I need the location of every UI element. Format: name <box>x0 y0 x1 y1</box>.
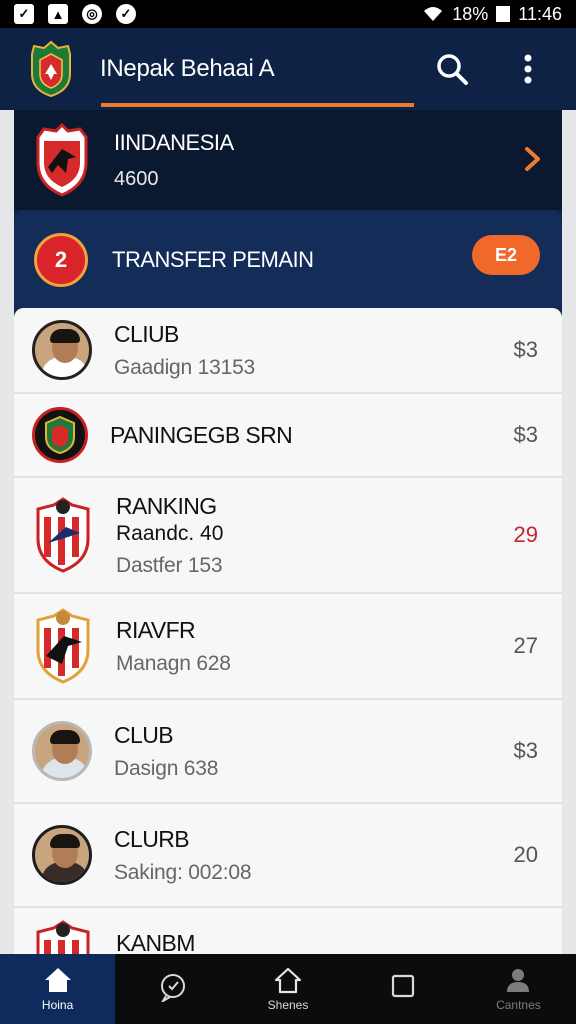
wifi-icon <box>424 7 443 21</box>
item-value: 29 <box>513 522 538 547</box>
nav-label: Hoina <box>41 998 74 1012</box>
left-frame <box>0 110 14 954</box>
nav-home[interactable]: Hoina <box>0 954 116 1024</box>
house-outline-icon <box>274 967 302 994</box>
item-value: $3 <box>513 337 538 362</box>
nav-label: Cantnes <box>496 998 541 1012</box>
app-header: INepak Behaai A <box>0 28 576 110</box>
nav-chat[interactable] <box>115 954 230 1024</box>
player-avatar <box>32 825 92 885</box>
club-crest-icon <box>36 497 90 573</box>
item-title: RANKING <box>116 492 217 519</box>
bottom-navigation: Hoina Shenes Cantnes <box>0 954 576 1024</box>
item-subtitle-secondary: Raandc. 40 <box>116 521 224 545</box>
more-vertical-icon[interactable] <box>508 49 548 89</box>
team-card[interactable]: IINDANESIA 4600 <box>14 110 562 210</box>
battery-icon <box>496 6 511 22</box>
profile-icon <box>507 969 530 992</box>
item-title: CLUB <box>114 721 174 748</box>
list-item[interactable]: CLURB Saking: 002:08 20 <box>14 804 562 908</box>
item-title: KANBM <box>116 930 195 956</box>
nav-shenes[interactable]: Shenes <box>230 954 345 1024</box>
item-subtitle: Dasign 638 <box>114 756 219 780</box>
transfer-badge: 2 <box>34 233 88 287</box>
title-underline <box>101 103 414 107</box>
transfer-title: TRANSFER PEMAIN <box>112 247 314 272</box>
list-item[interactable]: CLIUB Gaadign 13153 $3 <box>14 308 562 394</box>
clock: 11:46 <box>518 3 562 24</box>
list-item[interactable]: PANINGEGB SRN $3 <box>14 394 562 478</box>
club-crest-icon <box>32 407 88 463</box>
sync-notification-icon: ◎ <box>82 4 102 24</box>
item-subtitle: Dastfer 153 <box>116 553 223 577</box>
chat-icon <box>160 974 185 1002</box>
player-list: CLIUB Gaadign 13153 $3 PANINGEGB SRN $3 … <box>14 308 562 968</box>
home-icon <box>44 968 71 992</box>
item-title: RIAVFR <box>116 616 196 643</box>
team-value: 4600 <box>114 167 159 190</box>
item-title: CLIUB <box>114 320 179 347</box>
battery-percent: 18% <box>452 3 489 24</box>
item-value: $3 <box>513 422 538 447</box>
list-item[interactable]: RIAVFR Managn 628 27 <box>14 594 562 700</box>
square-icon <box>392 974 415 998</box>
item-subtitle: Gaadign 13153 <box>114 355 256 379</box>
nav-label: Shenes <box>267 998 309 1012</box>
item-value: 20 <box>513 842 538 867</box>
status-bar: ✓ ▲ ◎ ✓ 18% 11:46 <box>0 0 576 28</box>
item-title: PANINGEGB SRN <box>110 421 293 448</box>
check-circle-notification-icon: ✓ <box>116 4 136 24</box>
item-title: CLURB <box>114 825 190 852</box>
club-crest-icon <box>36 608 90 684</box>
search-icon[interactable] <box>432 49 472 89</box>
list-item[interactable]: RANKING Raandc. 40 Dastfer 153 29 <box>14 478 562 594</box>
nav-profile[interactable]: Cantnes <box>461 954 576 1024</box>
image-notification-icon: ▲ <box>48 4 68 24</box>
player-avatar <box>32 320 92 380</box>
right-frame <box>562 110 576 954</box>
check-notification-icon: ✓ <box>14 4 34 24</box>
item-value: 27 <box>513 633 538 658</box>
page-title: INepak Behaai A <box>100 55 275 82</box>
team-name: IINDANESIA <box>114 129 234 155</box>
item-subtitle: Managn 628 <box>116 651 231 675</box>
team-crest-icon <box>36 123 88 197</box>
list-item[interactable]: CLUB Dasign 638 $3 <box>14 700 562 804</box>
player-avatar <box>32 721 92 781</box>
transfer-section-header[interactable]: 2 TRANSFER PEMAIN E2 <box>14 210 562 310</box>
item-value: $3 <box>513 738 538 763</box>
nav-square[interactable] <box>346 954 461 1024</box>
transfer-count-pill[interactable]: E2 <box>472 235 540 275</box>
club-logo-icon[interactable] <box>28 40 74 98</box>
chevron-right-icon[interactable] <box>524 146 542 172</box>
item-subtitle: Saking: 002:08 <box>114 860 252 884</box>
